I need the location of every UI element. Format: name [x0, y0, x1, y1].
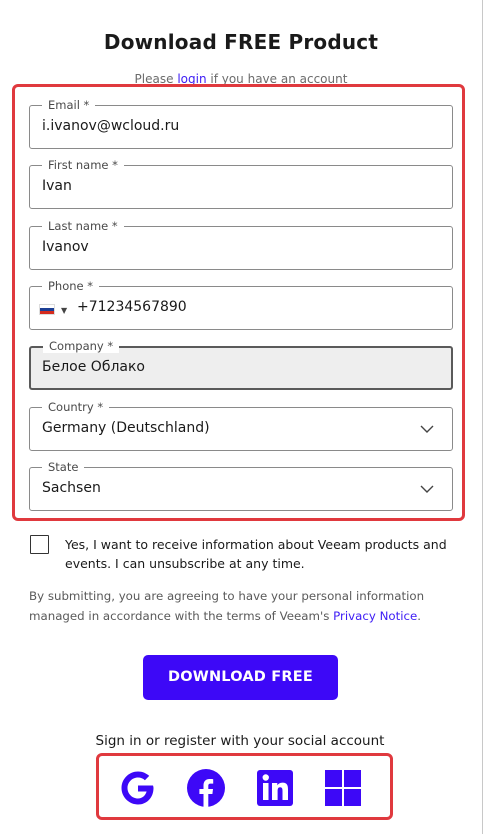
privacy-note-suffix: .	[417, 609, 422, 623]
country-value[interactable]: Germany (Deutschland)	[42, 420, 210, 436]
google-icon[interactable]	[118, 768, 158, 808]
last-name-value[interactable]: Ivanov	[42, 239, 89, 255]
first-name-value[interactable]: Ivan	[42, 178, 72, 194]
phone-label: Phone *	[42, 279, 100, 293]
marketing-consent-checkbox[interactable]	[30, 535, 49, 554]
phone-value[interactable]: +71234567890	[77, 299, 187, 315]
last-name-field[interactable]: Last name * Ivanov	[29, 219, 453, 270]
first-name-label: First name *	[42, 158, 124, 172]
download-free-button[interactable]: DOWNLOAD FREE	[143, 655, 338, 700]
company-field[interactable]: Company * Белое Облако	[29, 339, 453, 390]
privacy-note: By submitting, you are agreeing to have …	[29, 586, 459, 626]
state-label: State	[42, 460, 85, 474]
email-field[interactable]: Email * i.ivanov@wcloud.ru	[29, 98, 453, 149]
company-value[interactable]: Белое Облако	[42, 359, 145, 375]
marketing-consent-text: Yes, I want to receive information about…	[65, 537, 447, 571]
first-name-field[interactable]: First name * Ivan	[29, 158, 453, 209]
last-name-label: Last name *	[42, 219, 124, 233]
email-label: Email *	[42, 98, 96, 112]
phone-field[interactable]: Phone * ▼ +71234567890	[29, 279, 453, 330]
russia-flag-icon[interactable]	[39, 304, 55, 315]
page-title: Download FREE Product	[103, 30, 379, 54]
privacy-notice-link[interactable]: Privacy Notice	[333, 609, 417, 623]
chevron-down-icon[interactable]	[420, 482, 434, 496]
linkedin-icon[interactable]	[255, 768, 295, 808]
microsoft-icon[interactable]	[323, 768, 363, 808]
email-value[interactable]: i.ivanov@wcloud.ru	[42, 118, 179, 134]
state-select[interactable]: State Sachsen	[29, 460, 453, 511]
country-select[interactable]: Country * Germany (Deutschland)	[29, 400, 453, 451]
country-label: Country *	[42, 400, 110, 414]
chevron-down-icon[interactable]	[420, 422, 434, 436]
social-signin-heading: Sign in or register with your social acc…	[95, 733, 385, 749]
country-code-caret-icon[interactable]: ▼	[61, 306, 67, 315]
company-label: Company *	[43, 339, 120, 353]
facebook-icon[interactable]	[186, 768, 226, 808]
page-right-border	[482, 0, 483, 834]
state-value[interactable]: Sachsen	[42, 480, 101, 496]
